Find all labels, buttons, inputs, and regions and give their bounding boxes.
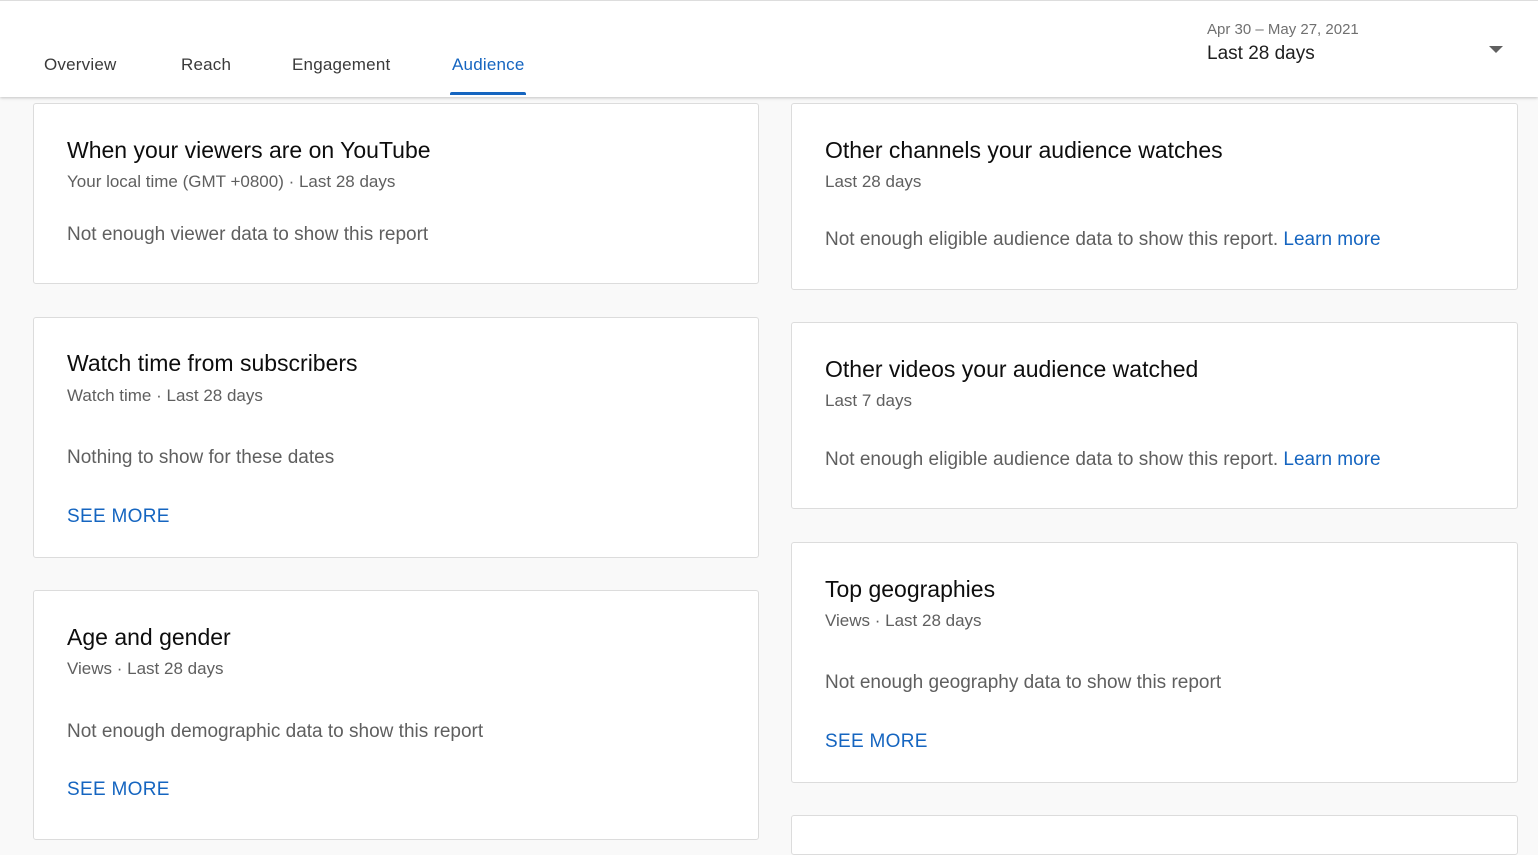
card-other-videos: Other videos your audience watched Last … [791,322,1518,509]
tab-overview[interactable]: Overview [44,55,116,75]
card-subtitle: Your local time (GMT +0800) · Last 28 da… [67,172,396,191]
card-watch-time-subscribers: Watch time from subscribers Watch time ·… [33,317,759,558]
see-more-link[interactable]: SEE MORE [67,779,170,801]
card-message: Not enough eligible audience data to sho… [825,229,1381,251]
card-subtitle: Watch time · Last 28 days [67,386,263,405]
card-message: Not enough eligible audience data to sho… [825,449,1381,471]
learn-more-link[interactable]: Learn more [1283,229,1380,250]
card-message: Nothing to show for these dates [67,447,335,468]
active-tab-indicator [450,92,526,95]
card-other-channels: Other channels your audience watches Las… [791,103,1518,290]
date-range-picker[interactable]: Apr 30 – May 27, 2021 Last 28 days [1207,21,1507,77]
card-message: Not enough geography data to show this r… [825,672,1222,693]
card-message: Not enough viewer data to show this repo… [67,224,429,245]
card-title: Age and gender [67,624,231,650]
chevron-down-icon[interactable] [1489,46,1503,53]
card-title: When your viewers are on YouTube [67,137,431,163]
see-more-link[interactable]: SEE MORE [825,731,928,753]
card-subtitle: Last 7 days [825,391,912,410]
card-subtitle: Views · Last 28 days [67,659,224,678]
card-title: Watch time from subscribers [67,350,358,376]
date-range-text: Apr 30 – May 27, 2021 [1207,21,1359,38]
message-text: Not enough eligible audience data to sho… [825,449,1279,470]
top-navigation-bar: Overview Reach Engagement Audience Apr 3… [0,0,1538,97]
card-title: Other channels your audience watches [825,137,1223,163]
card-viewers-on-youtube: When your viewers are on YouTube Your lo… [33,103,759,284]
date-period-label: Last 28 days [1207,43,1315,64]
tab-reach[interactable]: Reach [181,55,231,75]
card-subtitle: Last 28 days [825,172,922,191]
message-text: Not enough eligible audience data to sho… [825,229,1279,250]
tab-audience[interactable]: Audience [452,55,525,75]
card-title: Top geographies [825,576,996,602]
card-subtitle: Views · Last 28 days [825,611,982,630]
card-age-and-gender: Age and gender Views · Last 28 days Not … [33,590,759,840]
card-top-geographies: Top geographies Views · Last 28 days Not… [791,542,1518,783]
card-partial [791,815,1518,855]
tab-engagement[interactable]: Engagement [292,55,390,75]
learn-more-link[interactable]: Learn more [1283,449,1380,470]
card-message: Not enough demographic data to show this… [67,721,484,742]
see-more-link[interactable]: SEE MORE [67,506,170,528]
card-title: Other videos your audience watched [825,356,1199,382]
